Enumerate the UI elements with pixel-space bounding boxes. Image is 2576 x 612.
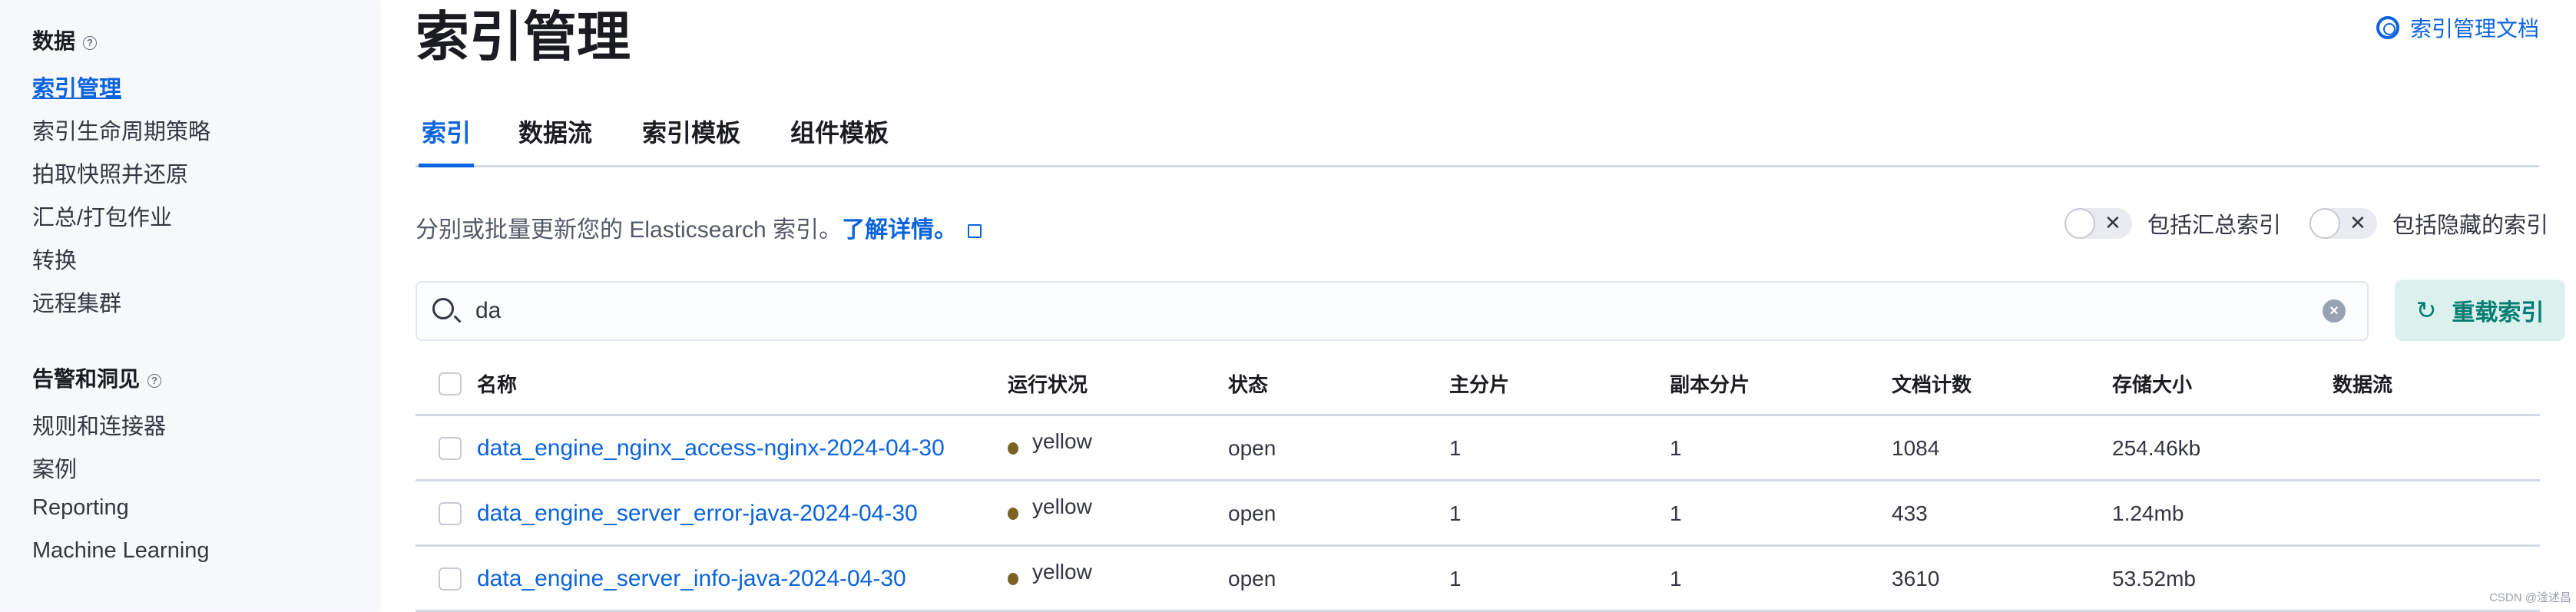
cell-replica: 1	[1670, 435, 1682, 460]
lifebuoy-icon	[2376, 16, 2399, 39]
toggle-rollup-indices[interactable]: ✕ 包括汇总索引	[2064, 207, 2281, 240]
switch[interactable]: ✕	[2064, 208, 2132, 239]
description: 分别或批量更新您的 Elasticsearch 索引。了解详情。	[416, 210, 982, 244]
cell-primary: 1	[1449, 501, 1462, 525]
toggle-hidden-indices[interactable]: ✕ 包括隐藏的索引	[2309, 207, 2548, 240]
external-link-icon	[968, 224, 982, 239]
column-size[interactable]: 存储大小	[2112, 353, 2192, 414]
search-input[interactable]	[475, 293, 2242, 329]
tab-indices[interactable]: 索引	[418, 114, 475, 167]
cell-replica: 1	[1670, 501, 1682, 525]
cell-docs: 3610	[1892, 566, 1940, 590]
column-name[interactable]: 名称	[477, 353, 517, 414]
cell-status: open	[1228, 435, 1276, 460]
reload-indices-button[interactable]: ↻ 重载索引	[2395, 280, 2565, 341]
column-docs[interactable]: 文档计数	[1892, 353, 1972, 414]
learn-more-link[interactable]: 了解详情。	[842, 217, 957, 243]
cell-primary: 1	[1449, 435, 1462, 460]
sidebar-group-data: 数据?	[32, 25, 98, 55]
sidebar-group-alerts: 告警和洞见?	[32, 362, 162, 393]
refresh-icon: ↻	[2415, 296, 2437, 324]
cell-status: open	[1228, 566, 1276, 590]
row-checkbox[interactable]	[439, 436, 462, 460]
sidebar-item-reporting[interactable]: Reporting	[32, 495, 129, 521]
switch[interactable]: ✕	[2309, 208, 2377, 239]
cross-icon: ✕	[2349, 211, 2366, 234]
table-header: 名称 运行状况 状态 主分片 副本分片 文档计数 存储大小 数据流	[416, 353, 2540, 416]
watermark: CSDN @淦述昌	[2489, 591, 2571, 604]
cell-size: 1.24mb	[2112, 501, 2184, 525]
row-checkbox[interactable]	[439, 567, 462, 590]
select-all-checkbox[interactable]	[439, 372, 462, 395]
table-row: data_engine_nginx_access-nginx-2024-04-3…	[416, 417, 2540, 481]
table-row: data_engine_server_info-java-2024-04-30 y…	[416, 547, 2540, 612]
sidebar-item-remote-clusters[interactable]: 远程集群	[32, 286, 121, 318]
cell-status: open	[1228, 501, 1276, 525]
sidebar-item-ilm[interactable]: 索引生命周期策略	[32, 114, 210, 146]
sidebar-item-cases[interactable]: 案例	[32, 452, 77, 484]
cell-size: 254.46kb	[2112, 435, 2201, 460]
column-health[interactable]: 运行状况	[1008, 353, 1088, 414]
cell-docs: 1084	[1892, 435, 1940, 460]
sidebar: 数据? 索引管理 索引生命周期策略 拍取快照并还原 汇总/打包作业 转换 远程集…	[0, 0, 378, 611]
health-dot-icon	[1008, 572, 1018, 585]
index-name-link[interactable]: data_engine_server_error-java-2024-04-30	[477, 501, 918, 527]
main-content: 索引管理 索引管理文档 索引 数据流 索引模板 组件模板 分别或批量更新您的 E…	[416, 0, 2576, 612]
tab-index-templates[interactable]: 索引模板	[642, 114, 740, 149]
cell-replica: 1	[1670, 566, 1682, 590]
sidebar-item-transform[interactable]: 转换	[32, 243, 77, 275]
tab-data-streams[interactable]: 数据流	[518, 114, 592, 149]
cell-health: yellow	[1032, 494, 1092, 518]
cell-docs: 433	[1892, 501, 1928, 525]
search-icon	[432, 298, 454, 319]
column-status[interactable]: 状态	[1228, 353, 1268, 414]
cell-primary: 1	[1449, 566, 1462, 590]
search-field[interactable]: ×	[416, 281, 2369, 341]
sidebar-item-ml[interactable]: Machine Learning	[32, 538, 210, 564]
sidebar-item-index-management[interactable]: 索引管理	[32, 71, 121, 103]
clear-icon[interactable]: ×	[2323, 299, 2346, 323]
row-checkbox[interactable]	[439, 501, 462, 525]
help-icon[interactable]: ?	[83, 35, 98, 50]
index-name-link[interactable]: data_engine_server_info-java-2024-04-30	[477, 566, 906, 592]
column-replica[interactable]: 副本分片	[1670, 353, 1750, 414]
cell-size: 53.52mb	[2112, 566, 2196, 590]
sidebar-item-rollup[interactable]: 汇总/打包作业	[32, 200, 172, 232]
cross-icon: ✕	[2104, 211, 2121, 234]
docs-link[interactable]: 索引管理文档	[2376, 12, 2539, 43]
health-dot-icon	[1008, 507, 1018, 520]
cell-health: yellow	[1032, 428, 1092, 453]
tabs: 索引 数据流 索引模板 组件模板	[416, 114, 2539, 167]
index-name-link[interactable]: data_engine_nginx_access-nginx-2024-04-3…	[477, 435, 945, 461]
sidebar-item-snapshot[interactable]: 拍取快照并还原	[32, 157, 188, 189]
table-row: data_engine_server_error-java-2024-04-30…	[416, 482, 2540, 547]
sidebar-item-rules[interactable]: 规则和连接器	[32, 409, 166, 441]
cell-health: yellow	[1032, 559, 1092, 584]
page-title: 索引管理	[416, 7, 631, 67]
help-icon[interactable]: ?	[147, 373, 162, 388]
tab-component-templates[interactable]: 组件模板	[790, 114, 889, 149]
column-primary[interactable]: 主分片	[1449, 353, 1509, 414]
column-data-stream[interactable]: 数据流	[2333, 353, 2392, 414]
health-dot-icon	[1008, 442, 1018, 455]
